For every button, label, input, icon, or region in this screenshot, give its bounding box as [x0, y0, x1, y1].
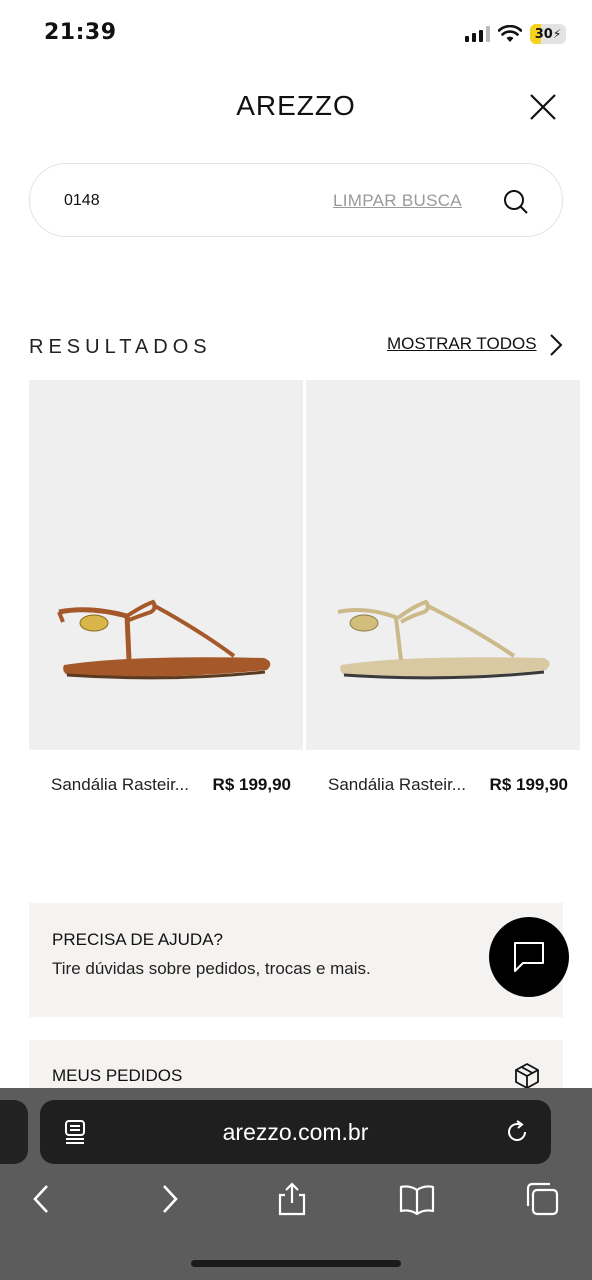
reload-icon[interactable] — [503, 1118, 531, 1146]
brand-logo[interactable]: AREZZO — [0, 90, 592, 122]
search-field[interactable]: 0148 LIMPAR BUSCA — [29, 163, 563, 237]
home-indicator — [191, 1260, 401, 1267]
product-name[interactable]: Sandália Rasteir... — [51, 775, 189, 795]
help-card[interactable]: PRECISA DE AJUDA? Tire dúvidas sobre ped… — [29, 903, 563, 1017]
bookmarks-icon[interactable] — [399, 1181, 435, 1217]
status-time: 21:39 — [44, 20, 117, 45]
close-icon[interactable] — [528, 92, 558, 122]
package-icon — [515, 1063, 539, 1089]
product-card[interactable]: Sandália Rasteir... R$ 199,90 — [29, 380, 303, 794]
browser-toolbar: arezzo.com.br — [0, 1088, 592, 1280]
help-title: PRECISA DE AJUDA? — [52, 930, 224, 949]
clear-search-button[interactable]: LIMPAR BUSCA — [333, 191, 462, 211]
help-description: Tire dúvidas sobre pedidos, trocas e mai… — [52, 959, 371, 978]
product-price: R$ 199,90 — [212, 775, 291, 794]
share-icon[interactable] — [274, 1181, 310, 1217]
results-title: RESULTADOS — [29, 336, 212, 358]
previous-tab[interactable] — [0, 1100, 28, 1164]
forward-icon[interactable] — [151, 1181, 187, 1217]
cellular-signal-icon — [465, 26, 490, 42]
battery-level: 30 — [534, 26, 553, 42]
product-info[interactable]: Sandália Rasteir... R$ 199,90 — [328, 775, 568, 795]
product-info[interactable]: Sandália Rasteir... R$ 199,90 — [51, 775, 291, 795]
product-image[interactable] — [29, 380, 303, 750]
product-image[interactable] — [306, 380, 580, 750]
back-icon[interactable] — [24, 1181, 60, 1217]
battery-charging-icon: 30 ⚡ — [530, 24, 566, 44]
address-bar[interactable]: arezzo.com.br — [40, 1100, 551, 1164]
chevron-right-icon[interactable] — [548, 333, 564, 357]
url-text[interactable]: arezzo.com.br — [40, 1119, 551, 1146]
status-icons: 30 ⚡ — [465, 24, 566, 44]
show-all-link[interactable]: MOSTRAR TODOS — [387, 334, 537, 354]
orders-title: MEUS PEDIDOS — [52, 1066, 183, 1085]
chat-button[interactable] — [489, 917, 569, 997]
chat-icon — [514, 942, 544, 972]
product-name[interactable]: Sandália Rasteir... — [328, 775, 466, 795]
tabs-icon[interactable] — [524, 1181, 560, 1217]
product-price: R$ 199,90 — [489, 775, 568, 794]
status-bar: 21:39 30 ⚡ — [0, 0, 592, 70]
product-card[interactable]: Sandália Rasteir... R$ 199,90 — [306, 380, 580, 794]
search-input[interactable]: 0148 — [64, 192, 100, 210]
wifi-icon — [498, 25, 522, 42]
search-icon[interactable] — [502, 188, 530, 216]
